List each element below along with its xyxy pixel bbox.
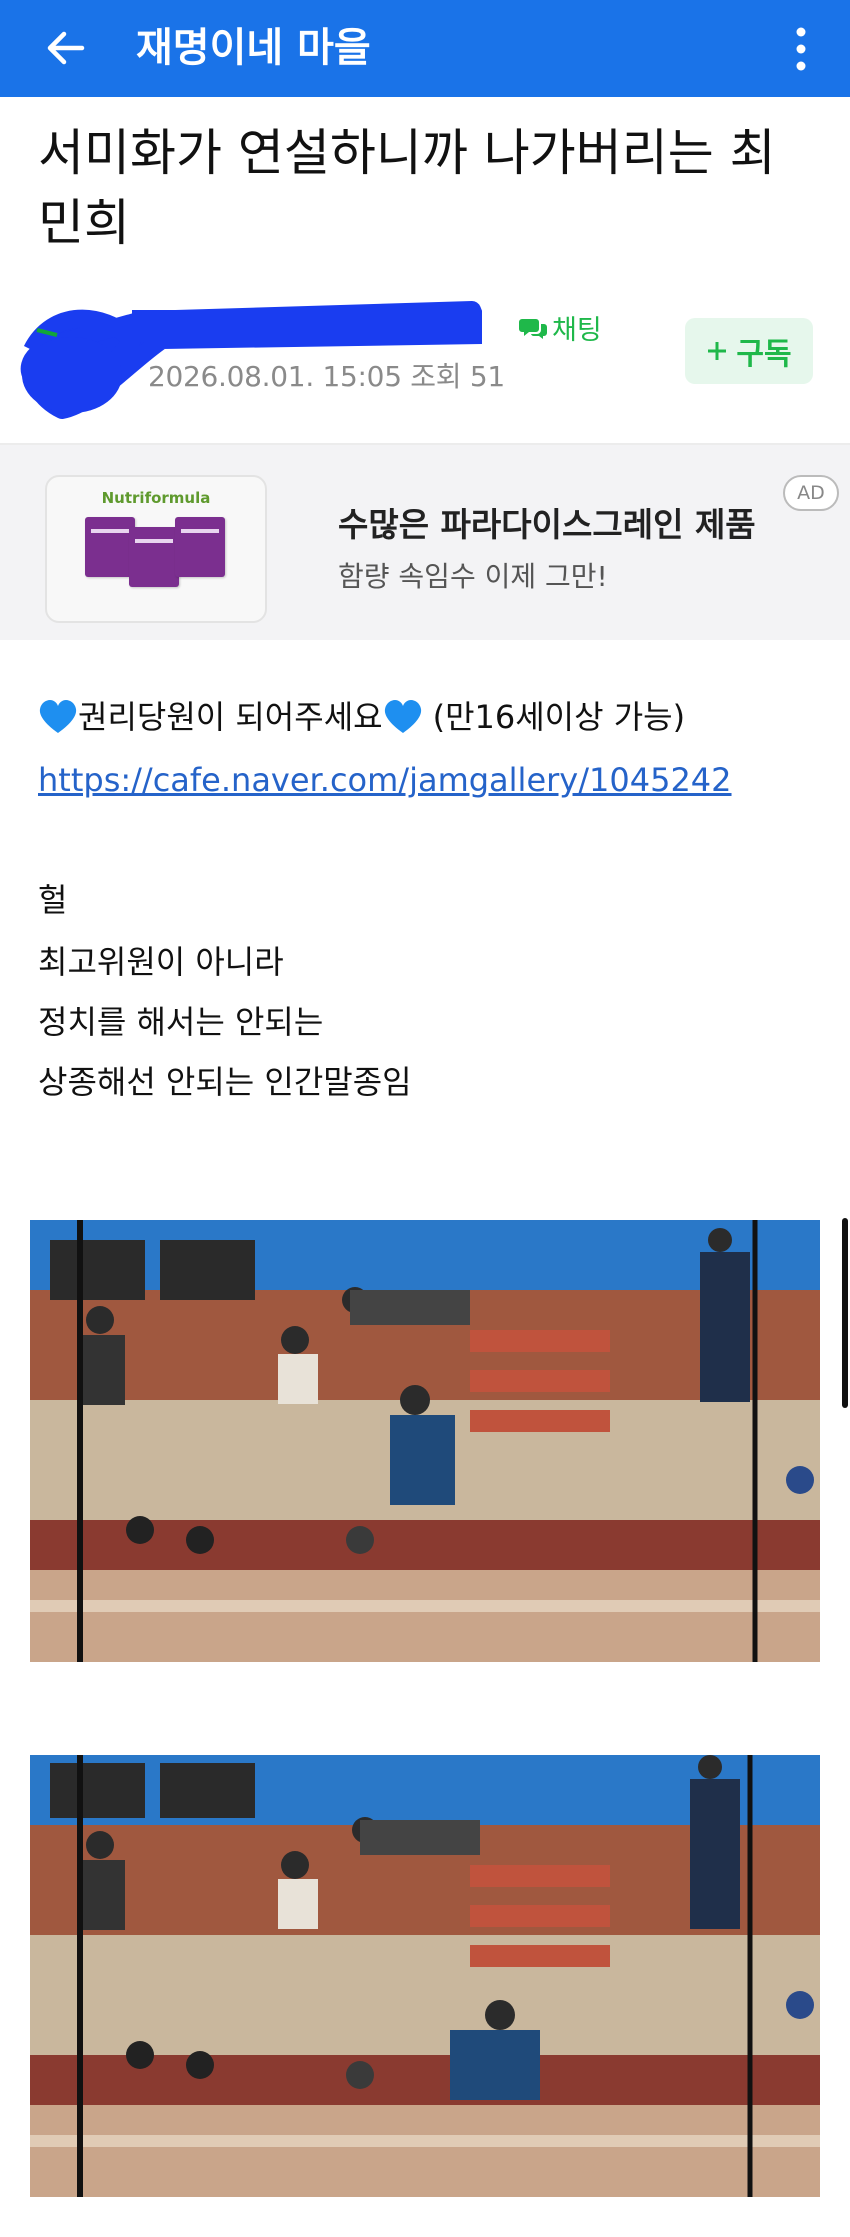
- blue-heart-icon: [384, 700, 421, 733]
- auditorium-photo: [30, 1755, 820, 2197]
- subscribe-button[interactable]: 구독: [685, 318, 813, 384]
- post-photo-2[interactable]: [30, 1755, 820, 2197]
- ad-product-image: Nutriformula: [45, 475, 267, 623]
- product-box: [175, 517, 225, 577]
- ad-subline: 함량 속임수 이제 그만!: [338, 560, 608, 593]
- subscribe-label: 구독: [736, 337, 792, 372]
- more-vertical-icon: [796, 27, 806, 71]
- scrollbar[interactable]: [842, 1218, 848, 1408]
- more-menu-button[interactable]: [776, 14, 826, 84]
- ad-banner[interactable]: Nutriformula 수많은 파라다이스그레인 제품 함량 속임수 이제 그…: [0, 445, 850, 640]
- body-line: 상종해선 안되는 인간말종임: [38, 1063, 412, 1101]
- cafe-title: 재명이네 마을: [136, 25, 371, 71]
- arrow-left-icon: [47, 31, 85, 65]
- chat-bubble-icon: [519, 318, 547, 339]
- age-note: (만16세이상 가능): [432, 698, 686, 736]
- blue-heart-icon: [39, 700, 77, 733]
- body-line-1: 권리당원이 되어주세요 (만16세이상 가능): [38, 695, 685, 739]
- ad-headline: 수많은 파라다이스그레인 제품: [338, 505, 756, 544]
- product-box: [85, 517, 135, 577]
- plus-icon: [708, 342, 727, 360]
- post-title: 서미화가 연설하니까 나가버리는 최민희: [38, 124, 776, 252]
- ad-brand-logo: Nutriformula: [101, 489, 211, 507]
- body-line: 최고위원이 아니라: [38, 943, 284, 981]
- back-button[interactable]: [36, 18, 96, 78]
- body-line: 정치를 해서는 안되는: [38, 1003, 324, 1041]
- cafe-link[interactable]: https://cafe.naver.com/jamgallery/104524…: [38, 758, 732, 802]
- post-photo-1[interactable]: [30, 1220, 820, 1662]
- membership-text: 권리당원이 되어주세요: [78, 698, 383, 736]
- chat-link[interactable]: 채팅: [518, 308, 602, 347]
- app-bar: 재명이네 마을: [0, 0, 850, 97]
- post-meta: 2026.08.01. 15:05 조회 51: [148, 360, 505, 393]
- product-box: [129, 527, 179, 587]
- chat-label: 채팅: [552, 315, 602, 346]
- auditorium-photo: [30, 1220, 820, 1662]
- ad-badge: AD: [783, 475, 839, 511]
- body-line: 헐: [38, 881, 68, 919]
